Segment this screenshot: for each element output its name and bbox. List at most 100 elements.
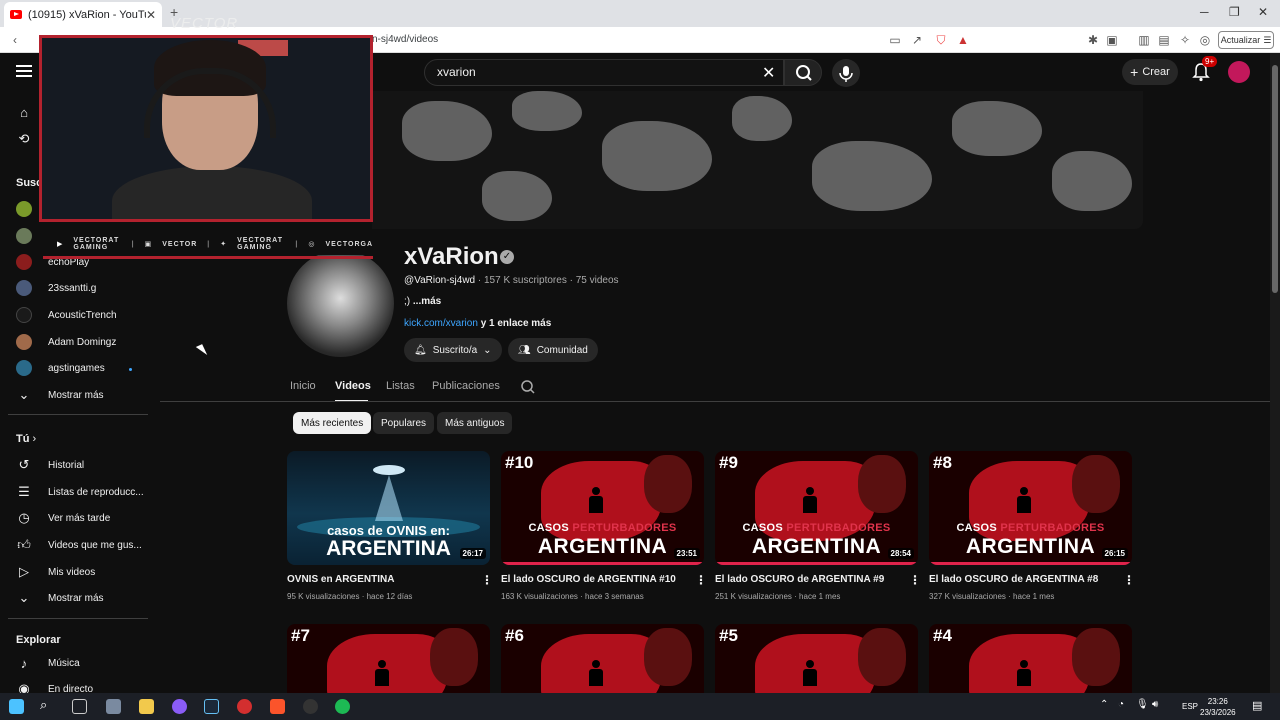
channel-description[interactable]: ;) ...más (404, 296, 441, 307)
video-options-icon[interactable]: ⋮ (695, 573, 707, 587)
video-title[interactable]: El lado OSCURO de ARGENTINA #8 (929, 574, 1098, 585)
chip-mas-recientes[interactable]: Más recientes (293, 412, 372, 434)
hamburger-menu-icon[interactable] (16, 65, 32, 77)
divider (8, 414, 148, 415)
brave-icon[interactable] (270, 699, 285, 714)
extensions-icon[interactable]: ✱ (1086, 33, 1100, 47)
maximize-icon[interactable]: ❐ (1229, 5, 1240, 19)
kick-link[interactable]: kick.com/xvarion (404, 318, 478, 329)
window-close-icon[interactable]: ✕ (1258, 5, 1268, 19)
brave-shield-icon[interactable]: ⛉ (934, 33, 948, 47)
url-field[interactable]: n-sj4wd/videos (372, 34, 438, 45)
share-icon[interactable]: ↗ (910, 33, 924, 47)
discord-icon[interactable] (172, 699, 187, 714)
search-button[interactable] (784, 59, 822, 86)
notifications-icon[interactable]: ▤ (1252, 699, 1267, 714)
sidebar-subscription[interactable]: agstingames (16, 358, 105, 378)
sidebar-subscription[interactable]: Adam Domingz (16, 332, 116, 352)
obs-icon[interactable] (303, 699, 318, 714)
sidebar-item-liked[interactable]: 👍︎ Videos que me gus... (16, 535, 142, 555)
create-button[interactable]: + Crear (1122, 59, 1178, 85)
play-box-icon: ▷ (19, 564, 29, 579)
video-title[interactable]: OVNIS en ARGENTINA (287, 574, 394, 585)
description-more-link[interactable]: ...más (413, 296, 441, 307)
person-icon (803, 660, 817, 686)
page-scrollbar[interactable] (1270, 53, 1280, 693)
sidebar-subscription[interactable]: AcousticTrench (16, 305, 117, 325)
video-thumbnail[interactable]: #6 (501, 624, 704, 693)
search-input[interactable]: xvarion (424, 59, 784, 86)
clear-search-icon[interactable]: ✕ (762, 63, 775, 83)
video-thumbnail[interactable]: #5 (715, 624, 918, 693)
cast-icon[interactable]: ▭ (888, 33, 902, 47)
mic-icon[interactable]: 🎙︎ (1136, 699, 1151, 714)
minimize-icon[interactable]: ─ (1200, 5, 1209, 19)
tab-inicio[interactable]: Inicio (290, 380, 316, 392)
steam-icon[interactable] (204, 699, 219, 714)
video-meta: 95 K visualizaciones · hace 12 días (287, 592, 413, 601)
sidebar-item-history[interactable]: ↺ Historial (16, 455, 85, 475)
browser-tab[interactable]: (10915) xVaRion - YouTube ✕ (4, 2, 162, 27)
tab-listas[interactable]: Listas (386, 380, 415, 392)
chip-populares[interactable]: Populares (373, 412, 435, 434)
file-explorer-icon[interactable] (139, 699, 154, 714)
sidebar-subscription[interactable]: echoPlay (16, 252, 89, 272)
show-more-subscriptions[interactable]: ⌄ Mostrar más (16, 385, 104, 405)
wifi-icon[interactable]: ◔ (1118, 699, 1133, 714)
volume-icon[interactable]: 🔊︎ (1152, 699, 1167, 714)
sidebar-item-playlists[interactable]: ☰ Listas de reproducc... (16, 482, 143, 502)
video-thumbnail[interactable]: #8 CASOS PERTURBADORES ARGENTINA 26:15 (929, 451, 1132, 565)
tab-publicaciones[interactable]: Publicaciones (432, 380, 500, 392)
avatar (16, 228, 32, 244)
channel-search-icon[interactable] (520, 379, 536, 395)
show-more-you[interactable]: ⌄ Mostrar más (16, 588, 104, 608)
vpn-icon[interactable]: ◎ (1198, 33, 1212, 47)
tray-chevron-icon[interactable]: ⌃ (1100, 699, 1115, 714)
community-button[interactable]: 👥︎ Comunidad (508, 338, 598, 362)
you-heading[interactable]: Tú › (16, 433, 36, 445)
video-thumbnail[interactable]: #4 (929, 624, 1132, 693)
language-indicator[interactable]: ESP (1182, 702, 1198, 711)
clock[interactable]: 23:26 23/3/2026 (1200, 696, 1236, 718)
webcam-overlay (39, 35, 373, 222)
video-options-icon[interactable]: ⋮ (1123, 573, 1135, 587)
sidebar-item-music[interactable]: ♪ Música (16, 653, 80, 673)
subscribed-button[interactable]: 🔔︎ Suscrito/a ⌄ (404, 338, 502, 362)
windows-start-icon[interactable] (9, 699, 24, 714)
divider (8, 618, 148, 619)
video-thumbnail[interactable]: #7 (287, 624, 490, 693)
video-title[interactable]: El lado OSCURO de ARGENTINA #9 (715, 574, 884, 585)
sidebar-subscription[interactable]: 23ssantti.g (16, 278, 96, 298)
wallet-icon[interactable]: ▤ (1157, 33, 1171, 47)
video-options-icon[interactable]: ⋮ (481, 573, 493, 587)
sidebar-item-watch-later[interactable]: ◷ Ver más tarde (16, 508, 110, 528)
video-thumbnail[interactable]: #9 CASOS PERTURBADORES ARGENTINA 28:54 (715, 451, 918, 565)
sidebar-item-my-videos[interactable]: ▷ Mis videos (16, 562, 95, 582)
task-view-icon[interactable] (72, 699, 87, 714)
app-icon[interactable] (106, 699, 121, 714)
update-button[interactable]: Actualizar ☰ (1218, 31, 1274, 49)
sidebar-toggle-icon[interactable]: ▥ (1137, 33, 1151, 47)
tab-videos[interactable]: Videos (335, 380, 371, 392)
video-thumbnail[interactable]: #10 CASOS PERTURBADORES ARGENTINA 23:51 (501, 451, 704, 565)
leo-icon[interactable]: ✧ (1178, 33, 1192, 47)
tab-close-icon[interactable]: ✕ (146, 8, 156, 22)
search-icon[interactable]: ⌕ (40, 697, 55, 712)
chip-mas-antiguos[interactable]: Más antiguos (437, 412, 513, 434)
voice-search-button[interactable] (832, 59, 860, 87)
watched-progress-bar (715, 562, 918, 565)
account-avatar[interactable] (1228, 61, 1250, 83)
brave-rewards-icon[interactable]: ▲ (956, 33, 970, 47)
plus-icon: + (1130, 64, 1139, 80)
back-icon[interactable]: ‹ (8, 33, 22, 47)
spotify-icon[interactable] (335, 699, 350, 714)
scrollbar-thumb[interactable] (1272, 65, 1278, 293)
video-thumbnail[interactable]: casos de OVNIS en: ARGENTINA 26:17 (287, 451, 490, 565)
opera-icon[interactable] (237, 699, 252, 714)
avatar (16, 360, 32, 376)
video-options-icon[interactable]: ⋮ (909, 573, 921, 587)
video-title[interactable]: El lado OSCURO de ARGENTINA #10 (501, 574, 676, 585)
more-links[interactable]: y 1 enlace más (481, 318, 552, 329)
tab-search-icon[interactable]: ▣ (1105, 33, 1119, 47)
chevron-down-icon: ⌄ (483, 344, 492, 356)
